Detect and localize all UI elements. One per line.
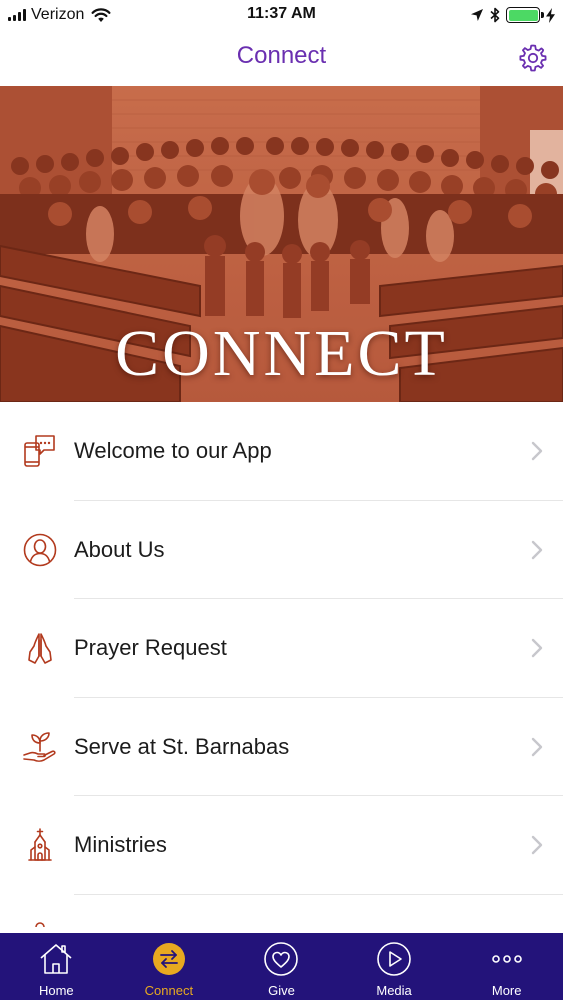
status-bar: Verizon 11:37 AM [0, 0, 563, 30]
tab-home[interactable]: Home [0, 933, 113, 1000]
hero-title: CONNECT [115, 317, 448, 390]
heart-icon [263, 941, 299, 977]
bluetooth-icon [490, 7, 500, 23]
tab-label: More [491, 983, 522, 998]
dots-icon [489, 941, 525, 977]
praying-hands-icon [22, 630, 58, 666]
gear-icon [519, 44, 547, 72]
location-arrow-icon [471, 9, 483, 21]
swap-arrows-icon [151, 941, 187, 977]
battery-icon [506, 7, 544, 23]
tab-label: Home [38, 983, 74, 998]
chevron-right-icon [531, 639, 543, 658]
menu-item-ministries[interactable]: Ministries [0, 796, 563, 895]
tab-more[interactable]: More [450, 933, 563, 1000]
chat-phone-icon [22, 433, 58, 469]
tab-label: Connect [144, 983, 194, 998]
partial-icon [22, 921, 58, 934]
menu-item-about-us[interactable]: About Us [0, 501, 563, 599]
chevron-right-icon [531, 540, 543, 559]
menu-item-partial[interactable] [0, 895, 563, 934]
tab-bar: Home Connect Give Media More [0, 933, 563, 1000]
church-icon [22, 827, 58, 863]
menu-item-label: Welcome to our App [74, 438, 272, 464]
home-icon [38, 941, 74, 977]
menu-item-prayer-request[interactable]: Prayer Request [0, 599, 563, 698]
person-circle-icon [22, 532, 58, 568]
tab-label: Give [268, 983, 295, 998]
chevron-right-icon [531, 836, 543, 855]
menu-item-label: Ministries [74, 832, 167, 858]
tab-label: Media [376, 983, 412, 998]
tab-media[interactable]: Media [338, 933, 451, 1000]
charging-bolt-icon [546, 7, 555, 23]
tab-connect[interactable]: Connect [113, 933, 226, 1000]
hero-banner: CONNECT [0, 86, 563, 402]
navigation-bar: Connect [0, 30, 563, 86]
chevron-right-icon [531, 442, 543, 461]
page-title: Connect [236, 42, 327, 69]
menu-item-label: About Us [74, 536, 165, 562]
chevron-right-icon [531, 737, 543, 756]
menu-item-serve[interactable]: Serve at St. Barnabas [0, 698, 563, 796]
settings-button[interactable] [517, 42, 549, 74]
play-icon [376, 941, 412, 977]
tab-give[interactable]: Give [225, 933, 338, 1000]
menu-item-label: Prayer Request [74, 635, 227, 661]
menu-item-label: Serve at St. Barnabas [74, 733, 290, 759]
status-right [470, 5, 555, 25]
hand-plant-icon [22, 729, 58, 765]
menu-item-welcome[interactable]: Welcome to our App [0, 402, 563, 501]
menu-list: Welcome to our App About Us Prayer Reque… [0, 402, 563, 933]
